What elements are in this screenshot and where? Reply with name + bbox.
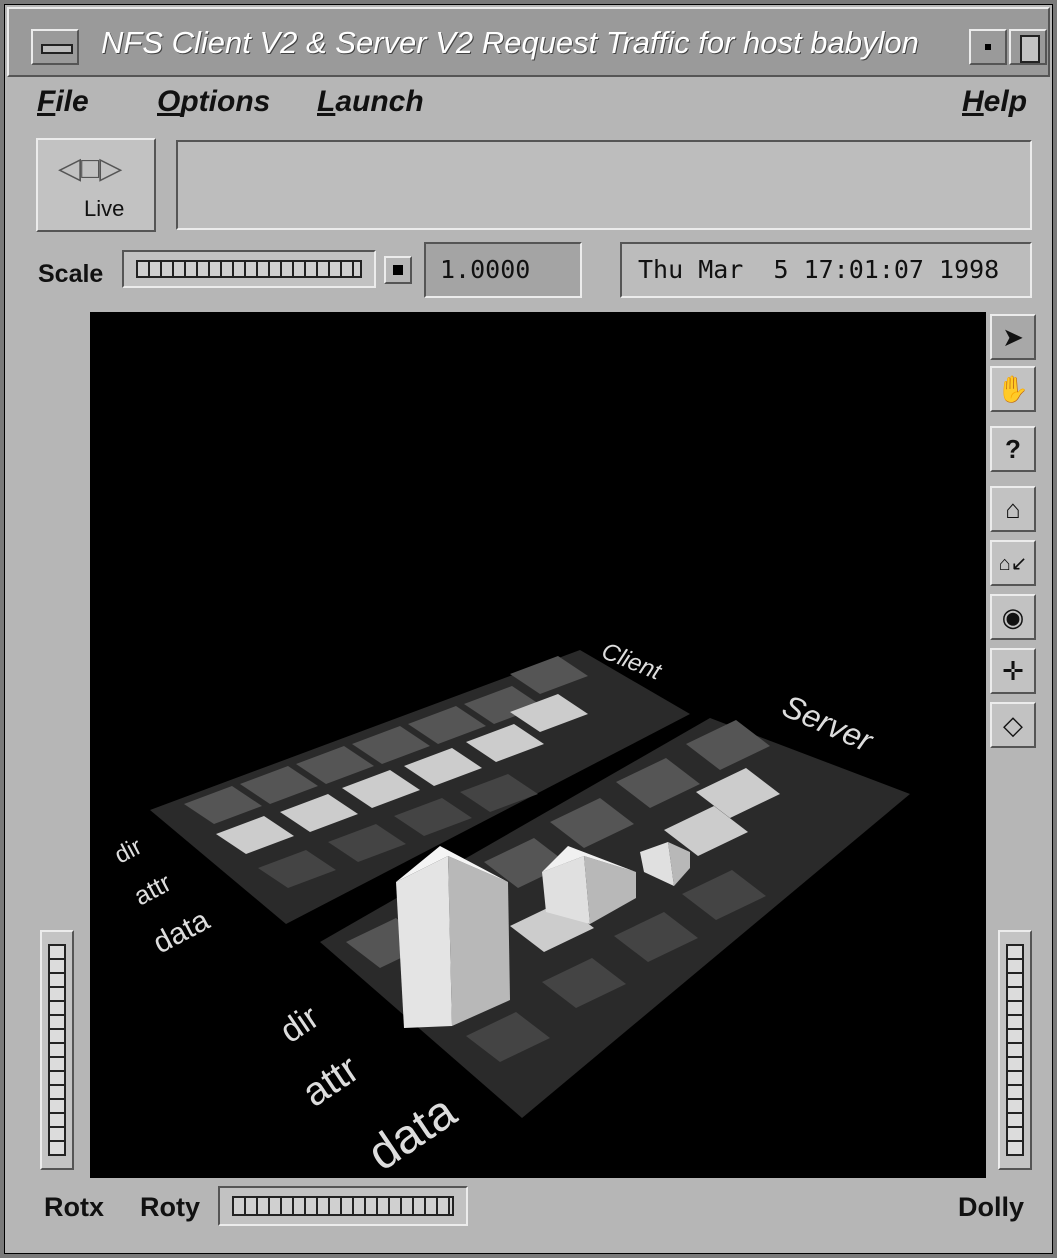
- help-icon[interactable]: ?: [990, 426, 1036, 472]
- menu-bar: File Options Launch Help: [7, 79, 1050, 131]
- home-icon[interactable]: ⌂: [990, 486, 1036, 532]
- minimize-button[interactable]: [969, 29, 1007, 65]
- view-all-icon[interactable]: ◉: [990, 594, 1036, 640]
- client-row-dir: dir: [110, 833, 146, 869]
- date-field: Thu Mar 5 17:01:07 1998: [620, 242, 1032, 298]
- dolly-thumbwheel[interactable]: [998, 930, 1032, 1170]
- hand-icon[interactable]: ✋: [990, 366, 1036, 412]
- dolly-label: Dolly: [958, 1192, 1025, 1222]
- menu-options[interactable]: Options: [157, 85, 270, 119]
- server-row-attr: attr: [294, 1047, 367, 1116]
- menu-launch[interactable]: Launch: [317, 85, 424, 119]
- roty-thumbwheel[interactable]: [218, 1186, 468, 1226]
- server-row-dir: dir: [273, 998, 326, 1051]
- client-row-attr: attr: [129, 867, 177, 911]
- live-label: Live: [84, 196, 125, 221]
- maximize-button[interactable]: [1009, 29, 1047, 65]
- server-row-data: data: [359, 1085, 466, 1178]
- server-label: Server: [777, 688, 879, 760]
- scale-toggle[interactable]: [384, 256, 412, 284]
- rotx-label: Rotx: [44, 1192, 104, 1222]
- seek-icon[interactable]: ✛: [990, 648, 1036, 694]
- bar-dir-side: [448, 856, 510, 1026]
- vcr-arrows-icon: ◁□▷: [58, 152, 123, 185]
- scale-slider[interactable]: [122, 250, 376, 288]
- window-title: NFS Client V2 & Server V2 Request Traffi…: [101, 25, 919, 60]
- traffic-scene: Client Server dir attr data dir attr dat…: [110, 638, 910, 1178]
- scale-label: Scale: [38, 260, 104, 288]
- set-home-icon[interactable]: ⌂↙: [990, 540, 1036, 586]
- bar-dir-front: [396, 856, 452, 1028]
- live-button[interactable]: ◁□▷ Live: [36, 138, 156, 232]
- client-row-data: data: [148, 903, 215, 960]
- rotx-thumbwheel[interactable]: [40, 930, 74, 1170]
- projection-icon[interactable]: ◇: [990, 702, 1036, 748]
- menu-file[interactable]: File: [37, 85, 89, 119]
- scale-value-field[interactable]: 1.0000: [424, 242, 582, 298]
- status-field: [176, 140, 1032, 230]
- pick-icon[interactable]: ➤: [990, 314, 1036, 360]
- window-menu-button[interactable]: [31, 29, 79, 65]
- 3d-viewer[interactable]: Client Server dir attr data dir attr dat…: [90, 312, 986, 1178]
- title-bar[interactable]: NFS Client V2 & Server V2 Request Traffi…: [7, 7, 1050, 77]
- menu-help[interactable]: Help: [962, 85, 1027, 119]
- roty-label: Roty: [140, 1192, 200, 1222]
